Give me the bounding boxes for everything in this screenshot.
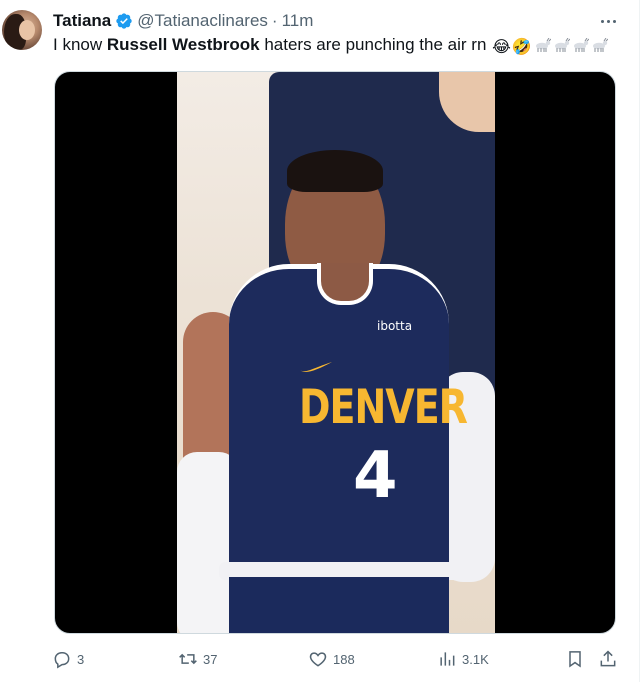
- timestamp[interactable]: 11m: [282, 11, 314, 31]
- like-button[interactable]: 188: [308, 644, 355, 674]
- goat-icon: [573, 38, 589, 52]
- joy-emoji: 😂: [492, 39, 511, 56]
- player-hair: [287, 150, 383, 192]
- jersey-sponsor: ibotta: [377, 319, 413, 333]
- share-button[interactable]: [598, 644, 618, 674]
- repost-count: 37: [203, 651, 218, 667]
- video-frame: ibotta DENVER 4: [177, 72, 495, 633]
- tweet-text: I know Russell Westbrook haters are punc…: [53, 34, 608, 56]
- bookmark-button[interactable]: [565, 644, 585, 674]
- repost-icon: [179, 653, 197, 665]
- swoosh-icon: [300, 362, 332, 373]
- avatar[interactable]: [2, 10, 42, 50]
- tweet[interactable]: Tatiana @Tatianaclinares · 11m I know Ru…: [0, 0, 640, 682]
- separator: ·: [271, 11, 278, 30]
- goat-icon: [535, 38, 551, 52]
- tweet-text-bold[interactable]: Russell Westbrook: [107, 35, 260, 54]
- shorts: [229, 577, 449, 633]
- rofl-emoji: 🤣: [511, 39, 532, 56]
- verified-badge-icon: [116, 13, 132, 29]
- jersey-number: 4: [353, 439, 398, 513]
- like-count: 188: [333, 651, 355, 667]
- tweet-text-end: haters are punching the air rn: [259, 35, 487, 54]
- tweet-video[interactable]: ibotta DENVER 4: [54, 71, 616, 634]
- reply-button[interactable]: 3: [52, 644, 84, 674]
- author-name[interactable]: Tatiana: [53, 11, 111, 31]
- repost-button[interactable]: 37: [178, 644, 217, 674]
- like-icon: [309, 652, 327, 667]
- share-icon: [600, 650, 616, 667]
- goat-icon: [592, 38, 608, 52]
- bookmark-icon: [569, 651, 581, 668]
- view-count: 3.1K: [462, 651, 489, 667]
- goat-icon: [554, 38, 570, 52]
- author-handle[interactable]: @Tatianaclinares: [137, 11, 268, 31]
- more-icon[interactable]: [598, 13, 618, 29]
- reply-count: 3: [77, 651, 85, 667]
- reply-icon: [54, 652, 70, 669]
- jersey-collar: [317, 263, 373, 305]
- jersey-team-name: DENVER: [299, 379, 468, 434]
- views-button[interactable]: 3.1K: [437, 644, 489, 674]
- tweet-text-start: I know: [53, 35, 107, 54]
- views-icon: [440, 652, 455, 666]
- tweet-header: Tatiana @Tatianaclinares · 11m: [53, 10, 313, 32]
- action-bar: 3 37 188 3.1K: [0, 644, 640, 674]
